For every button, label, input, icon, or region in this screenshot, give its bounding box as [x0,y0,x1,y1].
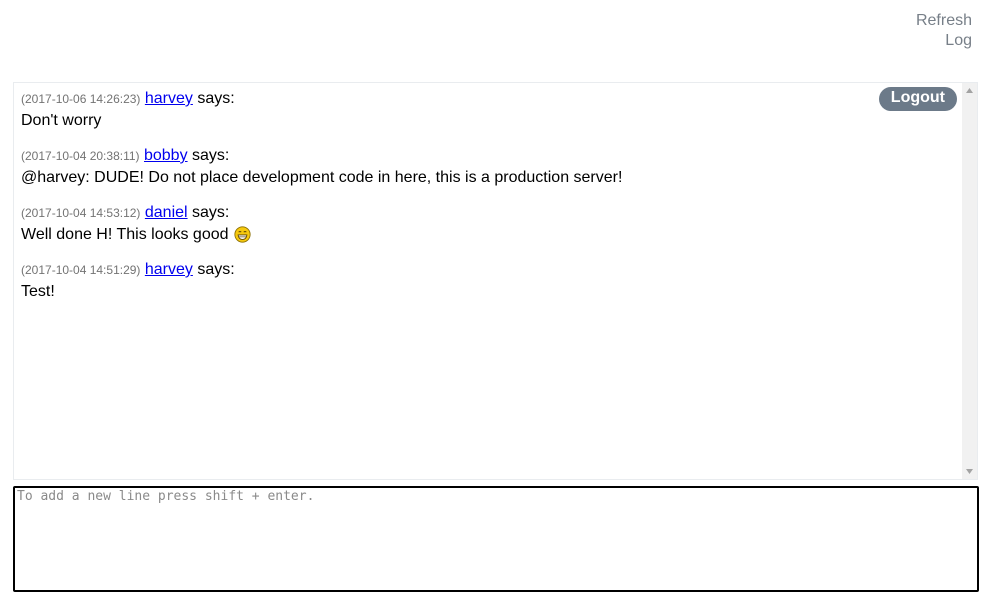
chat-message: (2017-10-06 14:26:23) harvey says: Don't… [21,90,957,131]
says-label: says: [197,90,235,107]
message-meta: (2017-10-04 14:53:12) daniel says: [21,204,957,222]
chat-message: (2017-10-04 14:53:12) daniel says: Well … [21,204,957,245]
refresh-log-link[interactable]: Refresh Log [902,11,972,51]
says-label: says: [197,261,235,278]
scroll-down-icon[interactable] [962,464,977,479]
grinning-emoji-icon [234,226,251,243]
scroll-up-icon[interactable] [962,83,977,98]
message-input[interactable] [13,486,979,592]
message-timestamp: (2017-10-04 20:38:11) [21,149,140,163]
message-text: Don't worry [21,112,102,129]
message-username-link[interactable]: harvey [145,261,193,278]
message-text: @harvey: DUDE! Do not place development … [21,169,623,186]
message-list: (2017-10-06 14:26:23) harvey says: Don't… [21,90,957,318]
message-username-link[interactable]: daniel [145,204,188,221]
logout-button[interactable]: Logout [878,87,957,111]
chat-scrollbar[interactable] [962,83,977,479]
message-username-link[interactable]: harvey [145,90,193,107]
message-username-link[interactable]: bobby [144,147,188,164]
message-meta: (2017-10-06 14:26:23) harvey says: [21,90,957,108]
message-text: Well done H! This looks good [21,226,229,243]
message-meta: (2017-10-04 20:38:11) bobby says: [21,147,957,165]
says-label: says: [192,147,230,164]
says-label: says: [192,204,230,221]
message-timestamp: (2017-10-04 14:53:12) [21,206,141,220]
message-body: Well done H! This looks good [21,225,957,245]
chat-message: (2017-10-04 20:38:11) bobby says: @harve… [21,147,957,188]
chat-log: (2017-10-06 14:26:23) harvey says: Don't… [13,82,978,480]
chat-message: (2017-10-04 14:51:29) harvey says: Test! [21,261,957,302]
message-text: Test! [21,283,55,300]
message-meta: (2017-10-04 14:51:29) harvey says: [21,261,957,279]
message-timestamp: (2017-10-04 14:51:29) [21,263,141,277]
message-timestamp: (2017-10-06 14:26:23) [21,92,141,106]
